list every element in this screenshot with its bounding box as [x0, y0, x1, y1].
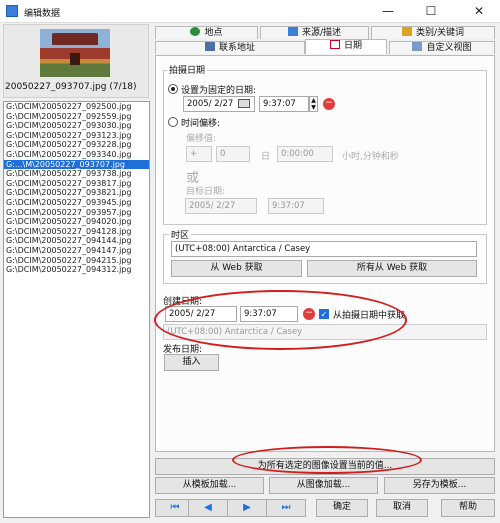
- minimize-button[interactable]: —: [372, 0, 404, 23]
- title-bar: 编辑数据 — ☐ ✕: [0, 0, 500, 23]
- info-icon: [287, 27, 298, 36]
- file-list-item[interactable]: G:\DCIM\20050227_093817.jpg: [4, 179, 149, 189]
- tab-source[interactable]: 来源/描述: [260, 26, 369, 39]
- days-unit-label: 日: [261, 152, 271, 162]
- target-date-input[interactable]: 2005/ 2/27: [185, 198, 257, 214]
- globe-icon: [190, 27, 201, 36]
- file-list-item[interactable]: G:\DCIM\20050227_094215.jpg: [4, 256, 149, 266]
- fixed-time-input[interactable]: 9:37:07: [259, 96, 309, 112]
- tab-custom-view[interactable]: 自定义视图: [389, 41, 495, 54]
- save-template-button[interactable]: 另存为模板...: [384, 477, 495, 494]
- file-list-item[interactable]: G:...\M\20050227_093707.jpg: [4, 159, 149, 170]
- time-offset-radio[interactable]: [168, 117, 178, 127]
- temple-roof-graphic: [52, 33, 98, 45]
- file-list-item[interactable]: G:\DCIM\20050227_094144.jpg: [4, 236, 149, 246]
- file-list-item[interactable]: G:\DCIM\20050227_093228.jpg: [4, 140, 149, 150]
- capture-date-label: 拍摄日期: [167, 63, 208, 76]
- file-list-item[interactable]: G:\DCIM\20050227_093738.jpg: [4, 169, 149, 179]
- app-icon: [6, 5, 18, 17]
- offset-value-label: 偏移值:: [186, 134, 217, 144]
- web-fetch-button[interactable]: 从 Web 获取: [171, 260, 302, 277]
- file-list-item[interactable]: G:\DCIM\20050227_094147.jpg: [4, 246, 149, 256]
- calendar-dropdown-icon[interactable]: [238, 99, 250, 108]
- time-offset-label: 时间偏移:: [181, 119, 221, 129]
- window-title: 编辑数据: [24, 9, 61, 19]
- last-image-icon[interactable]: ⏭: [266, 499, 306, 517]
- contact-card-icon: [204, 42, 215, 51]
- file-list-item[interactable]: G:\DCIM\20050227_093340.jpg: [4, 150, 149, 160]
- maximize-button[interactable]: ☐: [415, 0, 447, 23]
- load-template-button[interactable]: 从模板加载...: [155, 477, 264, 494]
- file-list-item[interactable]: G:\DCIM\20050227_093123.jpg: [4, 131, 149, 141]
- annotation-oval-creation: [154, 290, 407, 350]
- file-list-item[interactable]: G:\DCIM\20050227_094020.jpg: [4, 217, 149, 227]
- file-list-item[interactable]: G:\DCIM\20050227_093957.jpg: [4, 208, 149, 218]
- file-list-item[interactable]: G:\DCIM\20050227_092500.jpg: [4, 102, 149, 112]
- offset-units-label: 小时,分钟和秒: [342, 152, 399, 162]
- cancel-button[interactable]: 取消: [376, 499, 428, 517]
- file-list-item[interactable]: G:\DCIM\20050227_093945.jpg: [4, 198, 149, 208]
- previous-image-icon[interactable]: ◀: [188, 499, 228, 517]
- insert-button[interactable]: 插入: [164, 354, 219, 371]
- folder-icon: [401, 27, 412, 36]
- annotation-oval-apply: [232, 446, 422, 474]
- web-fetch-all-button[interactable]: 所有从 Web 获取: [307, 260, 477, 277]
- file-list-item[interactable]: G:\DCIM\20050227_094128.jpg: [4, 227, 149, 237]
- timezone-label: 时区: [169, 228, 192, 241]
- file-list-item[interactable]: G:\DCIM\20050227_093821.jpg: [4, 188, 149, 198]
- next-image-icon[interactable]: ▶: [227, 499, 267, 517]
- offset-days-input[interactable]: 0: [216, 146, 250, 162]
- ok-button[interactable]: 确定: [316, 499, 368, 517]
- tab-date[interactable]: 日期: [305, 39, 387, 54]
- target-date-label: 目标日期:: [186, 187, 226, 197]
- load-image-button[interactable]: 从图像加载...: [269, 477, 378, 494]
- tab-contact[interactable]: 联系地址: [155, 41, 305, 54]
- file-list-item[interactable]: G:\DCIM\20050227_092559.jpg: [4, 112, 149, 122]
- fixed-date-radio[interactable]: [168, 84, 178, 94]
- offset-time-input[interactable]: 0:00:00: [277, 146, 333, 162]
- fixed-time-spinner[interactable]: ▲ ▼: [309, 96, 318, 112]
- file-caption: 20050227_093707.jpg (7/18): [5, 82, 137, 92]
- view-icon: [412, 42, 423, 51]
- tab-location[interactable]: 地点: [155, 26, 258, 39]
- timezone-select[interactable]: (UTC+08:00) Antarctica / Casey: [171, 241, 477, 257]
- fixed-date-label: 设置为固定的日期:: [181, 86, 257, 96]
- close-button[interactable]: ✕: [463, 0, 495, 23]
- offset-sign-select[interactable]: +: [186, 146, 212, 162]
- tab-category[interactable]: 类别/关键词: [371, 26, 495, 39]
- target-time-input[interactable]: 9:37:07: [268, 198, 324, 214]
- file-list[interactable]: G:\DCIM\20050227_092500.jpg G:\DCIM\20050…: [3, 101, 150, 518]
- temple-gate-graphic: [70, 53, 80, 65]
- help-button[interactable]: 帮助: [441, 499, 495, 517]
- remove-icon[interactable]: −: [323, 98, 335, 110]
- file-list-item[interactable]: G:\DCIM\20050227_093030.jpg: [4, 121, 149, 131]
- file-list-item[interactable]: G:\DCIM\20050227_094312.jpg: [4, 265, 149, 275]
- calendar-icon: [329, 40, 340, 49]
